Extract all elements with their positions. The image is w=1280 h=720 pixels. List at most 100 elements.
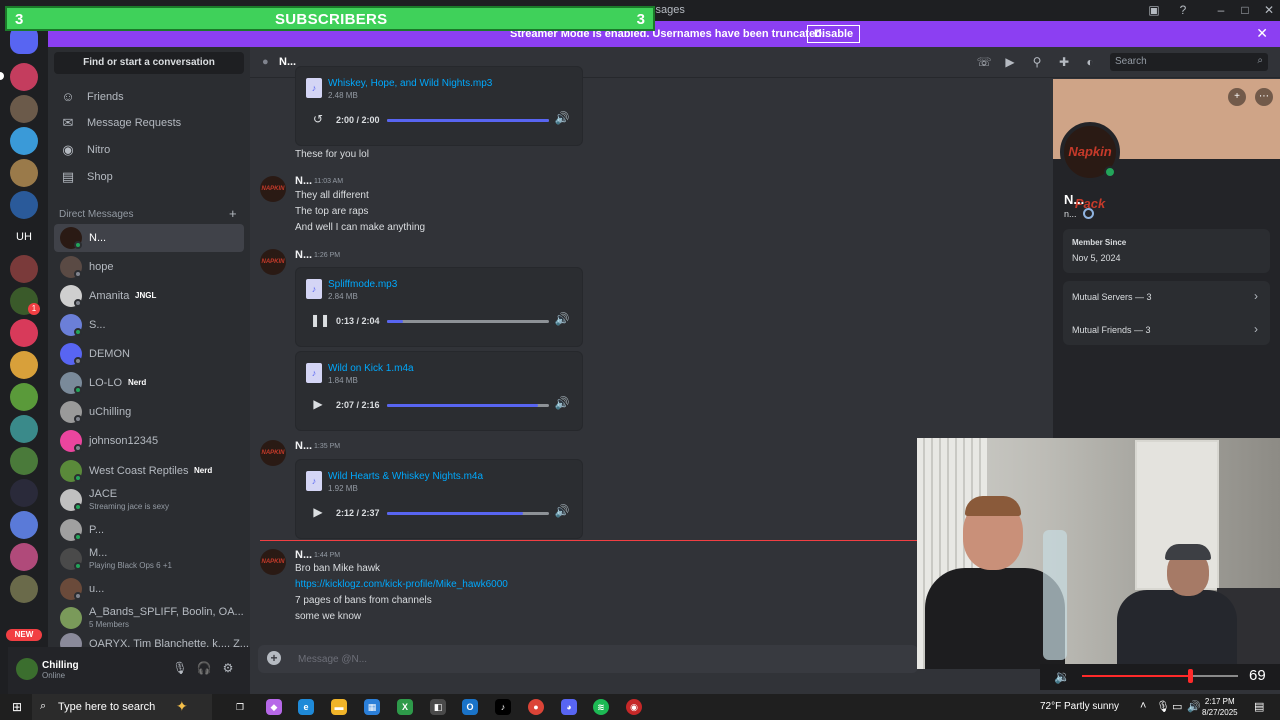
progress-bar[interactable] [387, 119, 549, 122]
dm-item[interactable]: West Coast Reptiles Nerd [54, 457, 244, 485]
server-icon[interactable] [10, 447, 38, 475]
nav-nitro[interactable]: ◉ Nitro [54, 138, 244, 162]
discord-icon[interactable]: ◕ [561, 699, 577, 715]
create-dm-plus-icon[interactable]: + [229, 206, 237, 221]
server-icon[interactable] [10, 255, 38, 283]
chevron-right-icon[interactable]: › [1254, 289, 1258, 303]
mutual-servers-row[interactable]: Mutual Servers — 3 [1072, 292, 1152, 302]
message-input[interactable]: Message @N... [298, 654, 367, 665]
notifications-icon[interactable]: ▤ [1254, 700, 1264, 713]
close-icon[interactable]: ✕ [1256, 25, 1268, 42]
nav-friends[interactable]: ☺ Friends [54, 85, 244, 109]
message-author[interactable]: N... [295, 175, 312, 187]
dm-item[interactable]: hope [54, 253, 244, 281]
server-icon[interactable] [10, 127, 38, 155]
network-icon[interactable]: ▭ [1172, 700, 1182, 713]
progress-bar[interactable] [387, 404, 549, 407]
server-icon[interactable] [10, 543, 38, 571]
server-icon[interactable] [10, 575, 38, 603]
volume-knob[interactable] [1187, 669, 1193, 683]
microphone-icon[interactable]: 🎙 [1156, 700, 1170, 713]
voice-call-icon[interactable]: ☏ [976, 55, 992, 71]
message-author[interactable]: N... [295, 549, 312, 561]
message-avatar[interactable]: NAPKIN [260, 176, 286, 202]
message-author[interactable]: N... [295, 440, 312, 452]
tiktok-icon[interactable]: ♪ [495, 699, 511, 715]
dm-item[interactable]: DEMON [54, 340, 244, 368]
taskbar-search[interactable]: ⌕ Type here to search ✦ [32, 694, 212, 720]
message-author[interactable]: N... [295, 249, 312, 261]
dm-item[interactable]: uChilling [54, 398, 244, 426]
message-link[interactable]: https://kicklogz.com/kick-profile/Mike_h… [295, 579, 508, 590]
server-icon[interactable] [10, 159, 38, 187]
mutual-friends-row[interactable]: Mutual Friends — 3 [1072, 325, 1151, 335]
server-icon[interactable] [10, 415, 38, 443]
dm-item[interactable]: Amanita JNGL [54, 282, 244, 310]
message-avatar[interactable]: NAPKIN [260, 249, 286, 275]
server-icon[interactable] [10, 319, 38, 347]
message-composer[interactable]: + Message @N... [258, 645, 918, 673]
speaker-icon[interactable]: 🔊 [1187, 700, 1201, 713]
dm-item[interactable]: A_Bands_SPLIFF, Boolin, OA... 5 Members [54, 604, 244, 632]
task-view-icon[interactable]: ❐ [232, 699, 248, 715]
add-friend-icon[interactable]: + [1228, 88, 1246, 106]
play-icon[interactable]: ▶ [310, 504, 326, 520]
dm-item[interactable]: LO-LO Nerd [54, 369, 244, 397]
dm-item[interactable]: u... [54, 575, 244, 603]
volume-slider[interactable] [1082, 669, 1238, 683]
video-call-icon[interactable]: ▶ [1002, 55, 1018, 71]
attachment-filename[interactable]: Spliffmode.mp3 [328, 279, 397, 290]
volume-icon[interactable]: 🔊 [554, 312, 570, 328]
obs-icon[interactable]: ◉ [626, 699, 642, 715]
server-icon[interactable] [10, 479, 38, 507]
gear-icon[interactable]: ⚙ [220, 661, 236, 677]
volume-icon[interactable]: 🔊 [554, 396, 570, 412]
taskbar-search-input[interactable]: Type here to search [58, 701, 155, 713]
progress-bar[interactable] [387, 320, 549, 323]
progress-bar[interactable] [387, 512, 549, 515]
spotify-icon[interactable]: ≋ [593, 699, 609, 715]
chrome-icon[interactable]: ● [528, 699, 544, 715]
server-icon-uh[interactable]: UH [10, 223, 38, 251]
minimize-button[interactable]: – [1213, 2, 1229, 18]
close-window-button[interactable]: ✕ [1261, 2, 1277, 18]
dm-item[interactable]: N... [54, 224, 244, 252]
nav-shop[interactable]: ▤ Shop [54, 165, 244, 189]
attachment-filename[interactable]: Wild Hearts & Whiskey Nights.m4a [328, 471, 483, 482]
server-icon[interactable]: 1 [10, 287, 40, 315]
maximize-button[interactable]: □ [1237, 2, 1253, 18]
pin-icon[interactable]: ⚲ [1029, 55, 1045, 71]
find-conversation-button[interactable]: Find or start a conversation [54, 52, 244, 74]
replay-icon[interactable]: ↺ [310, 111, 326, 127]
play-icon[interactable]: ▶ [310, 396, 326, 412]
xbox-icon[interactable]: X [397, 699, 413, 715]
app-icon[interactable]: ◧ [430, 699, 446, 715]
attachment-filename[interactable]: Wild on Kick 1.m4a [328, 363, 414, 374]
dm-item[interactable]: JACE Streaming jace is sexy [54, 486, 244, 514]
volume-icon[interactable]: 🔊 [554, 504, 570, 520]
server-icon[interactable] [10, 95, 38, 123]
dm-item[interactable]: M... Playing Black Ops 6 +1 [54, 545, 244, 573]
nav-message-requests[interactable]: ✉ Message Requests [54, 111, 244, 135]
outlook-icon[interactable]: O [462, 699, 478, 715]
chevron-up-icon[interactable]: ˄ [1140, 700, 1146, 712]
store-icon[interactable]: ▦ [364, 699, 380, 715]
windows-start-icon[interactable]: ⊞ [10, 700, 24, 714]
server-icon[interactable] [10, 63, 38, 91]
server-icon[interactable] [10, 511, 38, 539]
add-attachment-icon[interactable]: + [267, 651, 281, 665]
headphones-icon[interactable]: 🎧 [196, 661, 212, 677]
microphone-icon[interactable]: 🎙 [172, 661, 188, 677]
message-avatar[interactable]: NAPKIN [260, 549, 286, 575]
inbox-icon[interactable]: ▣ [1146, 2, 1162, 18]
copilot-icon[interactable]: ◆ [266, 699, 282, 715]
server-icon[interactable] [10, 351, 38, 379]
weather-widget[interactable]: 72°F Partly sunny [1040, 701, 1119, 712]
file-explorer-icon[interactable]: ▬ [331, 699, 347, 715]
edge-icon[interactable]: e [298, 699, 314, 715]
more-options-icon[interactable]: ⋯ [1255, 88, 1273, 106]
pause-icon[interactable]: ❚❚ [310, 312, 330, 328]
disable-streamer-mode-button[interactable]: Disable [807, 25, 861, 43]
search-input[interactable]: Search ⌕ [1110, 53, 1268, 71]
user-profile-icon[interactable]: ◐ [1082, 55, 1098, 71]
